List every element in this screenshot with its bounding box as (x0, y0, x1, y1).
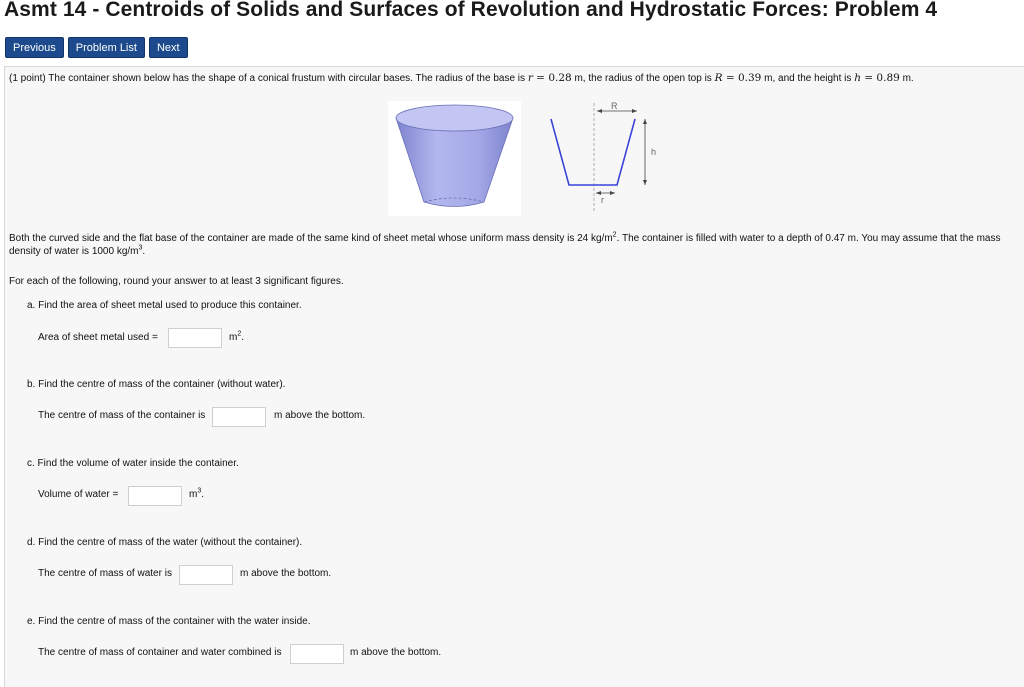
part-a-question: a. Find the area of sheet metal used to … (27, 300, 302, 311)
part-d-answer-input[interactable] (179, 565, 233, 585)
part-b-unit: m above the bottom. (274, 410, 366, 421)
r-label: r (601, 195, 604, 205)
part-c-unit: m3. (189, 487, 205, 500)
frustum-3d-image (388, 101, 521, 216)
h-label: h (651, 147, 656, 157)
problem-list-button[interactable]: Problem List (67, 37, 145, 58)
part-c-question: c. Find the volume of water inside the c… (27, 458, 239, 469)
R-label: R (611, 101, 618, 111)
part-c-answer-input[interactable] (128, 486, 182, 506)
part-e-label: The centre of mass of container and wate… (38, 647, 282, 658)
description-line-2: density of water is 1000 kg/m3. (9, 244, 146, 257)
problem-body: (1 point) The container shown below has … (4, 66, 1024, 687)
part-a-unit: m2. (229, 330, 245, 343)
part-e-unit: m above the bottom. (350, 647, 442, 658)
page-title: Asmt 14 - Centroids of Solids and Surfac… (4, 0, 938, 21)
part-e-question: e. Find the centre of mass of the contai… (27, 616, 311, 627)
frustum-cross-section-diagram: R h r (545, 97, 665, 217)
problem-intro: (1 point) The container shown below has … (9, 72, 914, 84)
part-a-answer-input[interactable] (168, 328, 222, 348)
previous-button[interactable]: Previous (5, 37, 64, 58)
part-d-unit: m above the bottom. (240, 568, 332, 579)
nav-bar: Previous Problem List Next (5, 37, 188, 58)
part-c-label: Volume of water = (38, 489, 119, 500)
part-e-answer-input[interactable] (290, 644, 344, 664)
description-line-1: Both the curved side and the flat base o… (9, 231, 1001, 244)
part-d-label: The centre of mass of water is (38, 568, 172, 579)
part-a-label: Area of sheet metal used = (38, 332, 158, 343)
instruction-text: For each of the following, round your an… (9, 276, 344, 287)
part-b-question: b. Find the centre of mass of the contai… (27, 379, 286, 390)
part-b-answer-input[interactable] (212, 407, 266, 427)
part-b-label: The centre of mass of the container is (38, 410, 206, 421)
part-d-question: d. Find the centre of mass of the water … (27, 537, 303, 548)
next-button[interactable]: Next (148, 37, 188, 58)
